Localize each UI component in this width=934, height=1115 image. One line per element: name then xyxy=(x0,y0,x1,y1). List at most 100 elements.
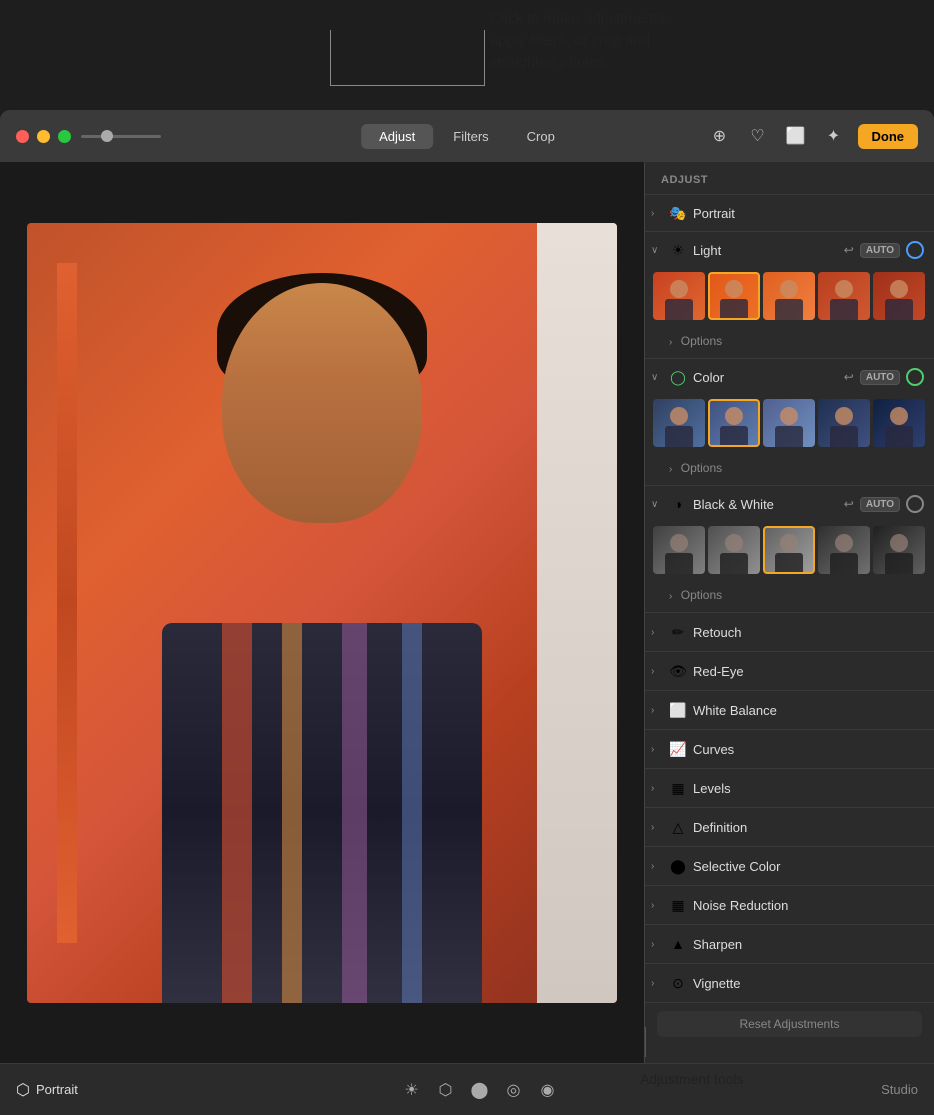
circle-tool-icon[interactable]: ⬤ xyxy=(468,1078,492,1102)
ring-tool-icon[interactable]: ◎ xyxy=(502,1078,526,1102)
color-undo[interactable]: ↩ xyxy=(844,370,854,384)
bw-options[interactable]: › Options xyxy=(645,582,934,612)
title-actions: ⊕ ♡ ⬜ ✦ Done xyxy=(706,122,919,150)
color-thumb-4[interactable] xyxy=(818,399,870,447)
light-thumb-2[interactable] xyxy=(708,272,760,320)
color-options[interactable]: › Options xyxy=(645,455,934,485)
curves-item[interactable]: › 📈 Curves xyxy=(645,730,934,769)
vignette-icon: ⊙ xyxy=(669,974,687,992)
color-thumb-1[interactable] xyxy=(653,399,705,447)
white-balance-icon: ⬜ xyxy=(669,701,687,719)
color-thumbnails xyxy=(645,395,934,455)
red-eye-icon: 👁 xyxy=(669,662,687,680)
bw-title: Black & White xyxy=(693,497,838,512)
share-button[interactable]: ⬜ xyxy=(782,122,810,150)
close-button[interactable] xyxy=(16,130,29,143)
bw-undo[interactable]: ↩ xyxy=(844,497,854,511)
retouch-item[interactable]: › ✏ Retouch xyxy=(645,613,934,652)
minimize-button[interactable] xyxy=(37,130,50,143)
bw-thumb-3[interactable] xyxy=(763,526,815,574)
traffic-lights xyxy=(16,130,71,143)
tab-crop[interactable]: Crop xyxy=(509,124,573,149)
bw-icon: ◑ xyxy=(669,495,687,513)
light-options[interactable]: › Options xyxy=(645,328,934,358)
color-icon: ◯ xyxy=(669,368,687,386)
portrait-header[interactable]: › 🎭 Portrait xyxy=(645,195,934,231)
red-eye-item[interactable]: › 👁 Red-Eye xyxy=(645,652,934,691)
definition-icon: △ xyxy=(669,818,687,836)
light-thumb-3[interactable] xyxy=(763,272,815,320)
color-title: Color xyxy=(693,370,838,385)
levels-item[interactable]: › ▦ Levels xyxy=(645,769,934,808)
curves-icon: 📈 xyxy=(669,740,687,758)
bw-thumbnails xyxy=(645,522,934,582)
enhance-button[interactable]: ✦ xyxy=(820,122,848,150)
color-thumb-5[interactable] xyxy=(873,399,925,447)
tab-filters[interactable]: Filters xyxy=(435,124,506,149)
ring2-tool-icon[interactable]: ◉ xyxy=(536,1078,560,1102)
reset-adjustments-button[interactable]: Reset Adjustments xyxy=(657,1011,922,1037)
tab-adjust[interactable]: Adjust xyxy=(361,124,433,149)
done-button[interactable]: Done xyxy=(858,124,919,149)
vignette-item[interactable]: › ⊙ Vignette xyxy=(645,964,934,1003)
photo-area xyxy=(0,162,644,1063)
tooltip-text: Click to make adjustments, apply filters… xyxy=(490,8,914,73)
light-thumb-4[interactable] xyxy=(818,272,870,320)
bw-auto[interactable]: AUTO xyxy=(860,497,900,512)
bottom-tools: ☀ ⬡ ⬤ ◎ ◉ xyxy=(400,1078,560,1102)
selective-color-item[interactable]: › ⬤ Selective Color xyxy=(645,847,934,886)
title-tabs: Adjust Filters Crop xyxy=(361,124,573,149)
bw-thumb-2[interactable] xyxy=(708,526,760,574)
portrait-label: ⬡ Portrait xyxy=(16,1080,78,1100)
color-auto[interactable]: AUTO xyxy=(860,370,900,385)
color-toggle[interactable] xyxy=(906,368,924,386)
portrait-section: › 🎭 Portrait xyxy=(645,195,934,232)
light-auto[interactable]: AUTO xyxy=(860,243,900,258)
favorite-button[interactable]: ♡ xyxy=(744,122,772,150)
portrait-chevron: › xyxy=(651,208,663,219)
light-undo[interactable]: ↩ xyxy=(844,243,854,257)
noise-reduction-item[interactable]: › ▦ Noise Reduction xyxy=(645,886,934,925)
noise-reduction-title: Noise Reduction xyxy=(693,898,924,913)
light-thumb-1[interactable] xyxy=(653,272,705,320)
levels-title: Levels xyxy=(693,781,924,796)
sun-tool-icon[interactable]: ☀ xyxy=(400,1078,424,1102)
adjust-list: › 🎭 Portrait ∨ ☀ Light ↩ AUTO xyxy=(645,195,934,1063)
red-eye-title: Red-Eye xyxy=(693,664,924,679)
light-toggle[interactable] xyxy=(906,241,924,259)
selective-color-icon: ⬤ xyxy=(669,857,687,875)
levels-icon: ▦ xyxy=(669,779,687,797)
color-chevron: ∨ xyxy=(651,372,663,383)
bottom-bar: ⬡ Portrait ☀ ⬡ ⬤ ◎ ◉ Studio xyxy=(0,1063,934,1115)
cube-tool-icon[interactable]: ⬡ xyxy=(434,1078,458,1102)
light-thumb-5[interactable] xyxy=(873,272,925,320)
content-area: ADJUST › 🎭 Portrait ∨ ☀ Light xyxy=(0,162,934,1063)
white-balance-title: White Balance xyxy=(693,703,924,718)
tooltip-area: Click to make adjustments, apply filters… xyxy=(0,0,934,110)
color-thumb-2[interactable] xyxy=(708,399,760,447)
bw-thumb-4[interactable] xyxy=(818,526,870,574)
maximize-button[interactable] xyxy=(58,130,71,143)
bw-toggle[interactable] xyxy=(906,495,924,513)
retouch-icon: ✏ xyxy=(669,623,687,641)
bw-section: ∨ ◑ Black & White ↩ AUTO xyxy=(645,486,934,613)
light-header[interactable]: ∨ ☀ Light ↩ AUTO xyxy=(645,232,934,268)
photo-container xyxy=(0,162,644,1063)
color-thumb-3[interactable] xyxy=(763,399,815,447)
white-balance-item[interactable]: › ⬜ White Balance xyxy=(645,691,934,730)
bw-header[interactable]: ∨ ◑ Black & White ↩ AUTO xyxy=(645,486,934,522)
bw-controls: ↩ AUTO xyxy=(844,495,924,513)
brightness-slider[interactable] xyxy=(81,135,161,138)
noise-reduction-icon: ▦ xyxy=(669,896,687,914)
bw-thumb-1[interactable] xyxy=(653,526,705,574)
light-icon: ☀ xyxy=(669,241,687,259)
definition-item[interactable]: › △ Definition xyxy=(645,808,934,847)
sharpen-item[interactable]: › ▲ Sharpen xyxy=(645,925,934,964)
bw-chevron: ∨ xyxy=(651,499,663,510)
more-options-button[interactable]: ⊕ xyxy=(706,122,734,150)
portrait-cube-icon: ⬡ xyxy=(16,1080,30,1100)
color-header[interactable]: ∨ ◯ Color ↩ AUTO xyxy=(645,359,934,395)
bw-thumb-5[interactable] xyxy=(873,526,925,574)
adjust-panel: ADJUST › 🎭 Portrait ∨ ☀ Light xyxy=(644,162,934,1063)
portrait-title: Portrait xyxy=(693,206,924,221)
